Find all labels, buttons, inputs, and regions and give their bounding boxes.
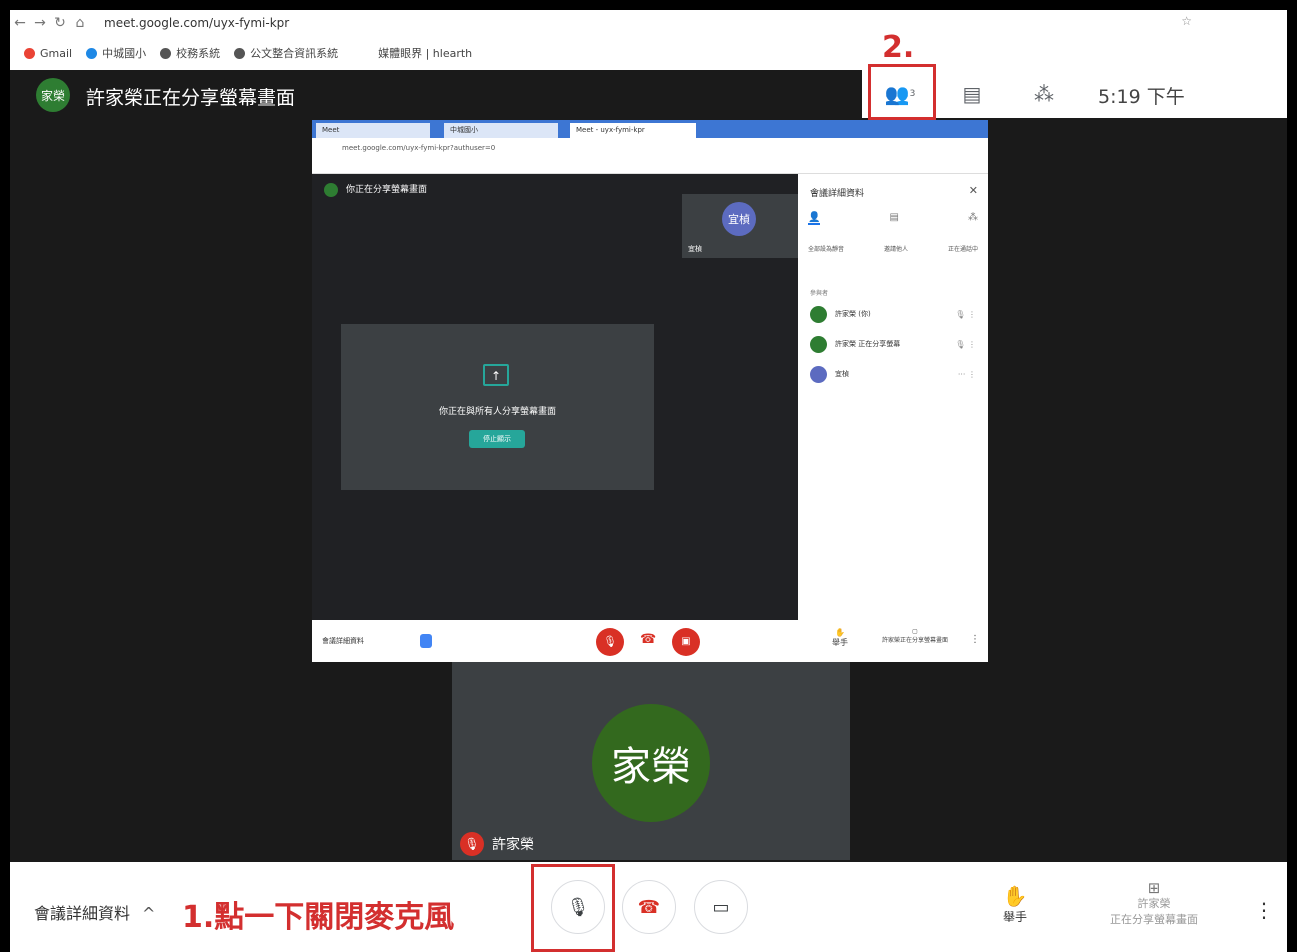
raise-hand-button[interactable]: ✋ 舉手 xyxy=(995,884,1035,925)
shared-bottom-bar: 會議詳細資料 🎙 ☎ ▣ ✋ 舉手 ▢ 許家榮正在分享螢幕畫面 ⋮ xyxy=(312,620,988,662)
annotation-step-2: 2. xyxy=(882,30,915,65)
hangup-icon: ☎ xyxy=(640,632,657,647)
hand-icon: ✋ xyxy=(1002,884,1028,908)
self-avatar: 家榮 xyxy=(592,704,710,822)
forward-icon[interactable]: → xyxy=(30,15,50,31)
bookmark-school-system[interactable]: 校務系統 xyxy=(160,45,220,61)
shared-presenting-box: ↑ 你正在與所有人分享螢幕畫面 停止顯示 xyxy=(341,324,654,490)
annotation-step-1: 1.點一下關閉麥克風 xyxy=(182,900,455,935)
shared-tile-avatar: 宜楨 xyxy=(722,202,756,236)
shared-tile-name: 宜楨 xyxy=(688,245,702,253)
shared-section-label: 參與者 xyxy=(810,290,829,297)
shared-raise-hand: ✋ 舉手 xyxy=(832,628,848,647)
home-icon[interactable]: ⌂ xyxy=(70,15,90,31)
participant-avatar xyxy=(810,365,827,383)
reload-icon[interactable]: ↻ xyxy=(50,15,70,31)
shared-tab: 中城國小 xyxy=(444,123,558,138)
shared-presenter-avatar xyxy=(324,182,338,197)
bookmark-star-icon[interactable]: ☆ xyxy=(1181,14,1192,28)
shared-participant-row: 宜楨 ··· ⋮ xyxy=(810,364,976,384)
shared-meet-view: 你正在分享螢幕畫面 宜楨 宜楨 ↑ 你正在與所有人分享螢幕畫面 停止顯示 xyxy=(312,174,798,620)
chat-button[interactable]: ▤ xyxy=(942,70,1002,118)
shared-bookmarks xyxy=(312,158,988,174)
shared-presenter-title: 你正在分享螢幕畫面 xyxy=(324,182,427,197)
present-icon: ▢ xyxy=(912,628,918,635)
self-video-tile: 家榮 🎙 許家榮 xyxy=(452,662,850,860)
more-icon: ⋮ xyxy=(970,634,980,645)
bookmark-school[interactable]: 中城國小 xyxy=(86,45,146,61)
meet-top-bar: 家榮 許家榮正在分享螢幕畫面 👥 3 ▤ ⁂ 5:19 下午 xyxy=(10,70,1287,120)
mic-off-icon: 🎙 ⋮ xyxy=(955,309,976,319)
hangup-icon: ☎ xyxy=(637,896,661,918)
shared-side-title: 會議詳細資料 xyxy=(810,189,865,199)
presenter-title: 許家榮正在分享螢幕畫面 xyxy=(86,87,296,109)
bookmark-media[interactable]: 媒體眼界 | hlearth xyxy=(378,45,472,61)
mic-off-icon: 🎙 xyxy=(460,832,484,856)
shared-tab-strip: Meet 中城國小 Meet - uyx-fymi-kpr xyxy=(312,120,988,138)
back-icon[interactable]: ← xyxy=(10,15,30,31)
activities-icon: ⁂ xyxy=(1034,82,1054,106)
camera-icon: ▭ xyxy=(712,896,730,918)
chat-icon: ▤ xyxy=(889,212,899,223)
bookmark-gmail[interactable]: Gmail xyxy=(24,47,72,60)
participant-avatar xyxy=(810,305,827,323)
participant-avatar xyxy=(810,335,827,353)
bookmark-document-system[interactable]: 公文整合資訊系統 xyxy=(234,45,338,61)
shared-present: ▢ 許家榮正在分享螢幕畫面 xyxy=(882,628,949,644)
highlight-mic-box xyxy=(531,864,615,952)
mic-off-icon: 🎙 ⋮ xyxy=(955,339,976,349)
meeting-clock: 5:19 下午 xyxy=(1098,86,1185,108)
shared-details-label: 會議詳細資料 xyxy=(322,637,364,645)
mic-off-icon: 🎙 xyxy=(596,628,624,656)
shared-participant-row: 許家榮 (你) 🎙 ⋮ xyxy=(810,304,976,324)
gmail-icon xyxy=(24,47,35,59)
shared-action: 正在通話中 xyxy=(947,246,978,253)
shared-participant-row: 許家榮 正在分享螢幕 🎙 ⋮ xyxy=(810,334,976,354)
close-icon: ✕ xyxy=(968,184,978,197)
hand-icon: ✋ xyxy=(835,628,845,637)
present-icon: ⊞ xyxy=(1147,879,1161,897)
shared-stop-button: 停止顯示 xyxy=(469,430,525,448)
school-icon xyxy=(86,47,98,59)
shared-side-tabs: 👤 ▤ ⁂ xyxy=(808,212,978,225)
globe-icon xyxy=(234,47,246,59)
address-text[interactable]: meet.google.com/uyx-fymi-kpr xyxy=(104,16,289,30)
more-options-icon[interactable]: ⋮ xyxy=(1254,898,1274,922)
shared-sharing-message: 你正在與所有人分享螢幕畫面 xyxy=(438,407,556,417)
meet-window: ← → ↻ ⌂ meet.google.com/uyx-fymi-kpr ☆ G… xyxy=(10,10,1287,952)
people-icon: 👤 xyxy=(808,212,821,225)
bottom-control-bar: 會議詳細資料 ^ 1.點一下關閉麥克風 🎙 ☎ ▭ ✋ 舉手 ⊞ 許家榮 正在分享… xyxy=(10,862,1287,952)
shared-side-panel: 會議詳細資料 ✕ 👤 ▤ ⁂ 全部設為靜音 邀請他人 正在通話中 參與者 許家榮… xyxy=(798,174,988,620)
browser-url-bar: ← → ↻ ⌂ meet.google.com/uyx-fymi-kpr ☆ xyxy=(10,10,1287,36)
shared-action: 全部設為靜音 xyxy=(808,246,845,253)
shared-participant-tile: 宜楨 宜楨 xyxy=(682,194,798,258)
more-icon: ··· ⋮ xyxy=(957,369,976,379)
activities-button[interactable]: ⁂ xyxy=(1014,70,1074,118)
chat-icon: ▤ xyxy=(962,82,982,106)
shared-action: 邀請他人 xyxy=(883,246,908,253)
self-name-label: 🎙 許家榮 xyxy=(460,832,534,856)
camera-button[interactable]: ▭ xyxy=(694,880,748,934)
leave-call-button[interactable]: ☎ xyxy=(622,880,676,934)
chevron-up-icon: ^ xyxy=(142,904,156,923)
shared-side-actions: 全部設為靜音 邀請他人 正在通話中 xyxy=(808,244,978,253)
present-icon: ↑ xyxy=(483,364,509,386)
activities-icon: ⁂ xyxy=(968,212,978,223)
meeting-details-button[interactable]: 會議詳細資料 ^ xyxy=(34,900,155,924)
shield-icon xyxy=(420,634,432,648)
present-now-button[interactable]: ⊞ 許家榮 正在分享螢幕畫面 xyxy=(1096,880,1212,928)
shared-screen: Meet 中城國小 Meet - uyx-fymi-kpr meet.googl… xyxy=(312,120,988,662)
highlight-people-box xyxy=(868,64,936,120)
shared-tab: Meet xyxy=(316,123,430,138)
camera-off-icon: ▣ xyxy=(672,628,700,656)
globe-icon xyxy=(160,47,172,59)
shared-url-bar: meet.google.com/uyx-fymi-kpr?authuser=0 xyxy=(312,138,988,158)
presenter-avatar: 家榮 xyxy=(36,78,70,112)
shared-tab-active: Meet - uyx-fymi-kpr xyxy=(570,123,696,138)
bookmarks-bar: Gmail 中城國小 校務系統 公文整合資訊系統 媒體眼界 | hlearth xyxy=(10,36,1287,70)
